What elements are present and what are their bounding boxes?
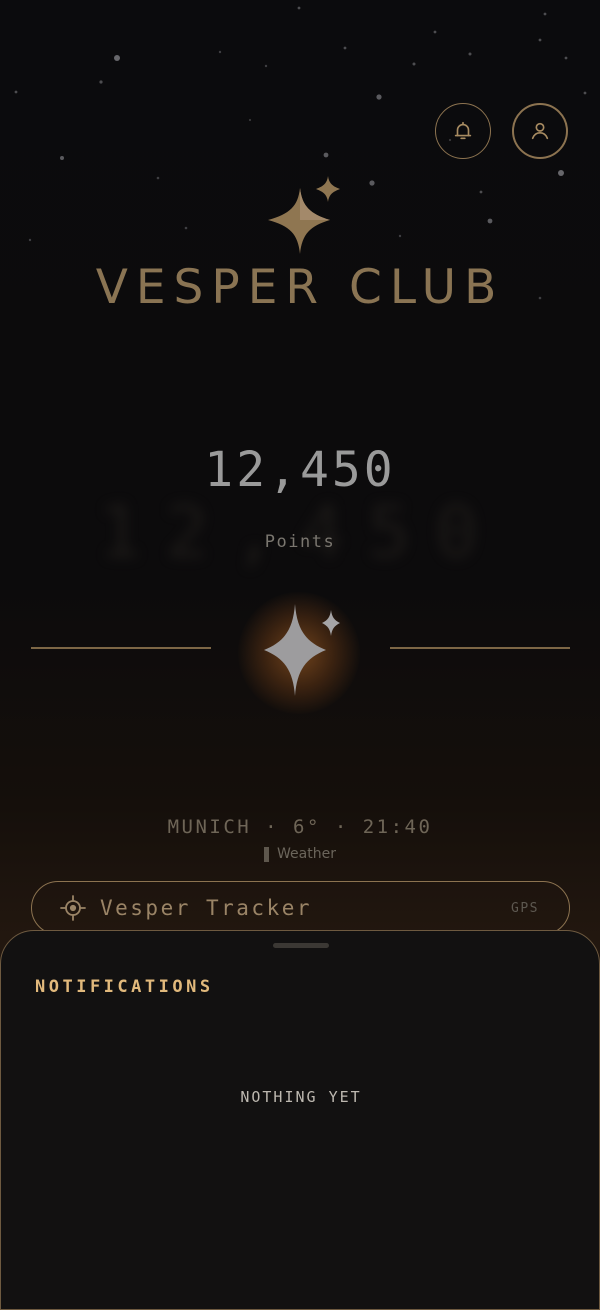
weather-link[interactable]: Weather — [0, 846, 600, 862]
tracker-label: Vesper Tracker — [100, 896, 313, 920]
notifications-sheet: NOTIFICATIONS NOTHING YET — [0, 930, 600, 1310]
divider-right — [390, 647, 570, 649]
points-value: 12,450 — [204, 442, 396, 498]
notifications-empty-state: NOTHING YET — [240, 1088, 362, 1106]
weather-label: Weather — [277, 846, 336, 862]
weather-indicator — [264, 846, 270, 862]
notifications-button[interactable] — [435, 103, 491, 159]
crosshair-icon — [60, 895, 86, 921]
sparkle-icon — [268, 176, 340, 254]
profile-button[interactable] — [512, 103, 568, 159]
vesper-tracker-button[interactable]: Vesper Tracker GPS — [31, 881, 570, 935]
location-weather-time: MUNICH · 6° · 21:40 — [167, 816, 433, 838]
brand-title: VESPER CLUB — [95, 260, 505, 315]
sheet-drag-handle[interactable] — [273, 943, 329, 948]
user-icon — [531, 122, 549, 140]
bell-icon — [454, 121, 472, 140]
gps-badge: GPS — [511, 900, 539, 916]
divider-left — [31, 647, 211, 649]
notifications-title: NOTIFICATIONS — [35, 977, 214, 997]
center-sparkle-icon — [264, 604, 340, 696]
points-label: Points — [264, 532, 336, 552]
